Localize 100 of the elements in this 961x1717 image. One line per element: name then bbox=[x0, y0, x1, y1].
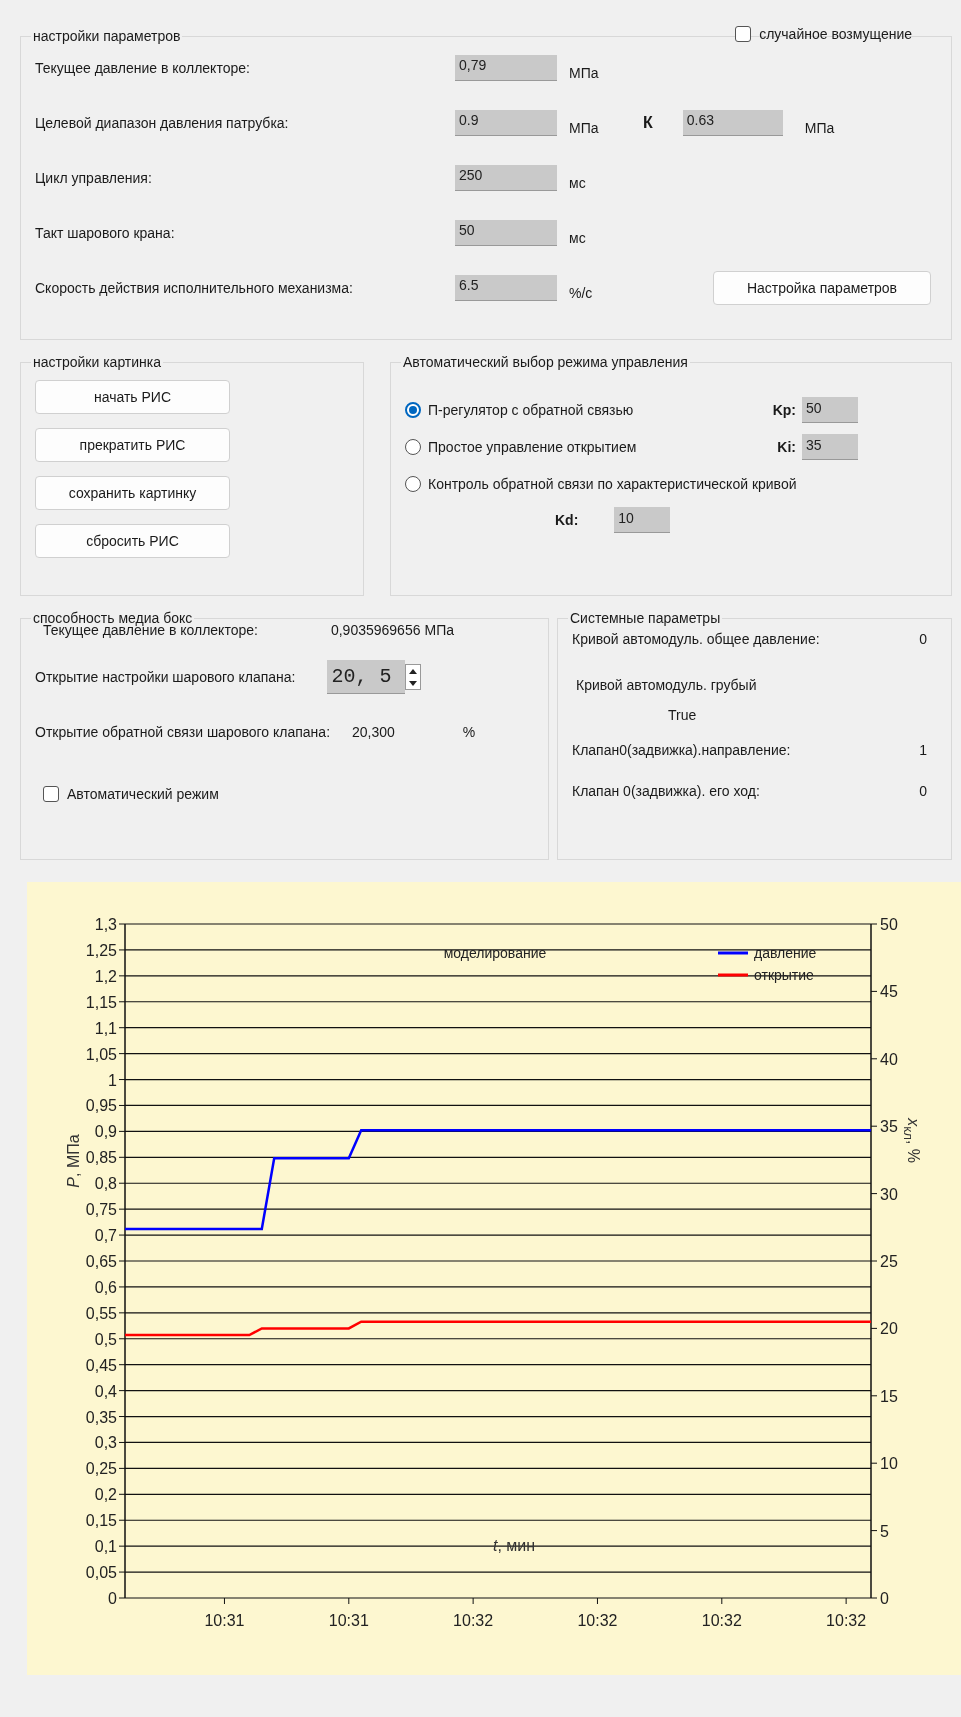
tick-label: 0,75 bbox=[85, 1201, 117, 1219]
tick-mark bbox=[118, 1493, 126, 1495]
tick-mark bbox=[118, 1130, 126, 1132]
group-title: Автоматический выбор режима управления bbox=[402, 354, 689, 370]
tick-mark bbox=[118, 1208, 126, 1210]
tick-mark bbox=[870, 990, 878, 992]
action-button[interactable]: сохранить картинку bbox=[35, 476, 230, 510]
action-button[interactable]: начать РИС bbox=[35, 380, 230, 414]
unit-label: % bbox=[462, 724, 476, 740]
unit-label: %/с bbox=[568, 284, 594, 301]
tick-label: 50 bbox=[880, 916, 898, 933]
input-field[interactable]: 250 bbox=[455, 164, 557, 191]
tick-mark bbox=[870, 1530, 878, 1532]
field-label: Цикл управления: bbox=[35, 169, 153, 186]
radio-label[interactable]: Простое управление открытием bbox=[428, 439, 738, 455]
tick-mark bbox=[118, 1312, 126, 1314]
tick-mark bbox=[118, 1338, 126, 1340]
radio-label[interactable]: Контроль обратной связи по характеристической кривой bbox=[428, 476, 797, 492]
checkbox-label: случайное возмущение bbox=[759, 26, 912, 42]
value-text: 0 bbox=[919, 630, 927, 647]
tick-mark bbox=[118, 1156, 126, 1158]
tick-label: 1,2 bbox=[94, 967, 117, 985]
input-field[interactable]: 35 bbox=[802, 434, 858, 460]
tick-label: 0,45 bbox=[85, 1356, 117, 1374]
tick-mark bbox=[118, 1390, 126, 1392]
tick-label: 0 bbox=[108, 1590, 117, 1607]
tick-label: 0,4 bbox=[94, 1382, 117, 1400]
tick-label: 0,25 bbox=[85, 1460, 117, 1478]
value-text: 1 bbox=[919, 741, 927, 758]
input-field[interactable]: 50 bbox=[802, 397, 858, 423]
action-button[interactable]: прекратить РИС bbox=[35, 428, 230, 462]
tick-label: 1,25 bbox=[85, 941, 117, 959]
tick-mark bbox=[118, 1234, 126, 1236]
radio-button[interactable] bbox=[405, 439, 421, 455]
radio-button[interactable] bbox=[405, 476, 421, 492]
field-label: Текущее давление в коллекторе: bbox=[35, 59, 251, 76]
tick-label: 0,65 bbox=[85, 1253, 117, 1270]
radio-label[interactable]: П-регулятор с обратной связью bbox=[428, 402, 738, 418]
input-field[interactable]: 0,79 bbox=[455, 54, 557, 81]
unit-label: мс bbox=[568, 229, 587, 246]
radio-button[interactable] bbox=[405, 402, 421, 418]
tick-label: 0,8 bbox=[94, 1175, 117, 1193]
tick-label: 15 bbox=[880, 1387, 898, 1405]
tick-label: 10:31 bbox=[328, 1612, 369, 1629]
tick-mark bbox=[118, 949, 126, 951]
unit-label: мс bbox=[568, 174, 587, 191]
tick-mark bbox=[118, 1441, 126, 1443]
action-button[interactable]: сбросить РИС bbox=[35, 524, 230, 558]
tick-label: 0,5 bbox=[94, 1330, 117, 1348]
axis-title: P, МПа bbox=[64, 1134, 83, 1188]
input-field[interactable]: 0.63 bbox=[682, 109, 783, 136]
tick-mark bbox=[870, 1462, 878, 1464]
unit-label: МПа bbox=[424, 622, 454, 638]
tick-mark bbox=[870, 1260, 878, 1262]
group-title: Системные параметры bbox=[569, 610, 722, 626]
field-label: Клапан0(задвижка).направление: bbox=[572, 741, 791, 758]
value-text: True bbox=[668, 707, 698, 723]
tick-label: 45 bbox=[880, 983, 898, 1001]
tick-label: 10:32 bbox=[701, 1612, 742, 1629]
tick-mark bbox=[118, 1467, 126, 1469]
field-label: Kd: bbox=[555, 512, 580, 528]
tick-label: 0,55 bbox=[85, 1304, 117, 1322]
checkbox[interactable] bbox=[43, 786, 59, 802]
input-field[interactable]: 20, 5 bbox=[327, 660, 406, 694]
tick-mark bbox=[118, 1286, 126, 1288]
settings-button[interactable]: Настройка параметров bbox=[713, 270, 931, 305]
field-label: Кривой автомодуль. общее давление: bbox=[572, 630, 820, 647]
tick-mark bbox=[118, 1053, 126, 1055]
tick-label: 1,15 bbox=[85, 993, 117, 1011]
group-title: настройки параметров bbox=[32, 28, 182, 44]
checkbox[interactable] bbox=[735, 26, 752, 42]
tick-label: 0,2 bbox=[94, 1486, 117, 1504]
field-label: Ki: bbox=[776, 439, 797, 455]
field-label: Открытие настройки шарового клапана: bbox=[35, 669, 296, 685]
field-label: Kp: bbox=[771, 402, 797, 418]
tick-label: 1,05 bbox=[85, 1045, 117, 1063]
input-field[interactable]: 0.9 bbox=[455, 109, 557, 136]
tick-label: 0,15 bbox=[85, 1512, 117, 1530]
tick-mark bbox=[870, 1058, 878, 1060]
tick-label: 0,7 bbox=[94, 1227, 117, 1245]
input-field[interactable]: 50 bbox=[455, 219, 557, 246]
legend-label: давление bbox=[754, 945, 817, 961]
tick-mark bbox=[118, 975, 126, 977]
tick-mark bbox=[118, 1260, 126, 1262]
tick-label: 10:31 bbox=[204, 1612, 245, 1629]
tick-label: 0,95 bbox=[85, 1097, 117, 1115]
tick-label: 1,1 bbox=[94, 1019, 117, 1037]
unit-label: МПа bbox=[568, 119, 600, 136]
unit-label: МПа bbox=[568, 64, 600, 81]
input-field[interactable]: 10 bbox=[614, 507, 671, 533]
tick-label: 25 bbox=[880, 1253, 898, 1270]
tick-mark bbox=[118, 1364, 126, 1366]
tick-label: 0,3 bbox=[94, 1434, 117, 1452]
tick-label: 1 bbox=[108, 1071, 117, 1089]
field-label: Кривой автомодуль. грубый bbox=[576, 677, 758, 693]
tick-mark bbox=[118, 1104, 126, 1106]
tick-mark bbox=[870, 1193, 878, 1195]
value-text: 20,300 bbox=[352, 724, 395, 740]
input-field[interactable]: 6.5 bbox=[455, 274, 557, 301]
tick-mark bbox=[118, 1182, 126, 1184]
